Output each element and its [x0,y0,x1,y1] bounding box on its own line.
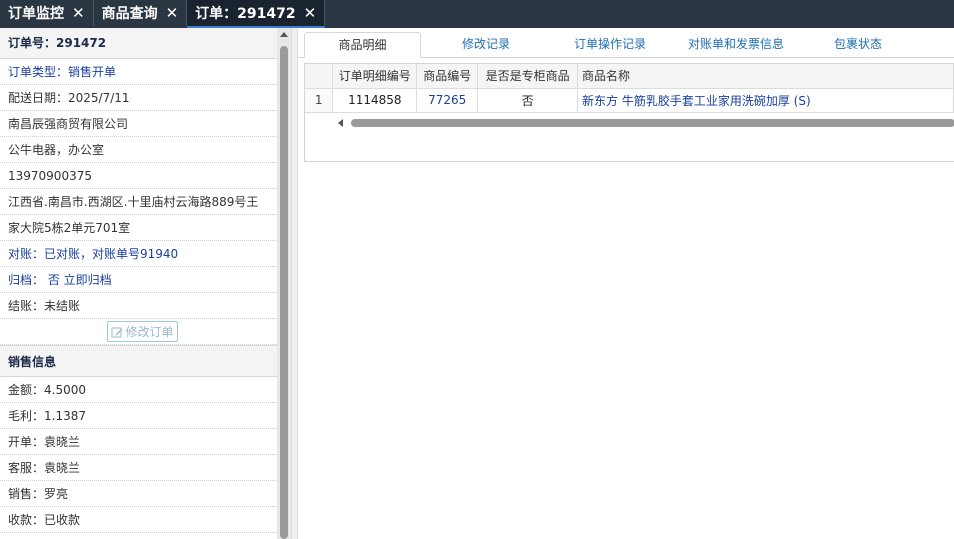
scroll-left-arrow-icon[interactable] [338,119,343,127]
sales-info-title: 销售信息 [0,345,277,377]
detail-panel: 商品明细 修改记录 订单操作记录 对账单和发票信息 包裹状态 订单明细编号 商品… [298,28,954,539]
order-info-panel: 订单号：291472 订单类型：销售开单 配送日期：2025/7/11 南昌辰强… [0,28,277,539]
customer-phone: 13970900375 [0,163,277,189]
tab-change-log[interactable]: 修改记录 [438,32,534,58]
table-horizontal-scrollbar[interactable] [333,115,954,131]
settle-status: 结账：未结账 [0,293,277,319]
scroll-up-arrow-icon[interactable] [280,32,288,37]
delivery-date: 配送日期：2025/7/11 [0,85,277,111]
edit-order-label: 修改订单 [125,324,174,339]
archive-status[interactable]: 归档： 否 立即归档 [0,267,277,293]
order-type[interactable]: 订单类型：销售开单 [0,59,277,85]
row-number-header [305,64,334,89]
tab-order-operation-log[interactable]: 订单操作记录 [560,32,660,58]
tab-reconcile-invoice[interactable]: 对账单和发票信息 [678,32,794,58]
sales-profit: 毛利：1.1387 [0,403,277,429]
detail-id-cell: 1114858 [332,88,418,113]
close-icon[interactable]: ✕ [304,4,317,22]
detail-tabs: 商品明细 修改记录 订单操作记录 对账单和发票信息 包裹状态 [298,28,954,58]
tab-product-details[interactable]: 商品明细 [304,32,421,58]
table-row[interactable]: 1 1114858 77265 否 新东方 牛筋乳胶手套工业家用洗碗加厚 (S) [305,88,954,113]
column-header[interactable]: 商品编号 [416,64,479,89]
column-header[interactable]: 商品名称 [577,64,954,89]
column-header[interactable]: 订单明细编号 [332,64,418,89]
is-counter-cell: 否 [477,88,579,113]
product-detail-grid: 订单明细编号 商品编号 是否是专柜商品 商品名称 1 1114858 77265… [304,63,954,162]
tab-label: 订单：291472 [195,6,296,22]
tab-order-291472[interactable]: 订单：291472 ✕ [187,0,326,28]
address-line-2: 家大院5栋2单元701室 [0,215,277,241]
customer-company: 南昌辰强商贸有限公司 [0,111,277,137]
sales-creator: 开单：袁晓兰 [0,429,277,455]
edit-order-button[interactable]: 修改订单 [107,321,178,342]
product-name-link[interactable]: 新东方 牛筋乳胶手套工业家用洗碗加厚 (S) [577,88,954,113]
scrollbar-thumb[interactable] [280,46,288,539]
tab-label: 订单监控 [8,6,64,22]
tab-product-query[interactable]: 商品查询 ✕ [94,0,188,26]
tab-order-monitor[interactable]: 订单监控 ✕ [0,0,94,26]
edit-button-row: 修改订单 [0,319,277,345]
table-header-row: 订单明细编号 商品编号 是否是专柜商品 商品名称 [305,64,954,89]
order-number: 订单号：291472 [0,28,277,59]
sales-service: 客服：袁晓兰 [0,455,277,481]
product-id-link[interactable]: 77265 [416,88,479,113]
product-table: 订单明细编号 商品编号 是否是专柜商品 商品名称 1 1114858 77265… [305,64,954,113]
address-line-1: 江西省.南昌市.西湖区.十里庙村云海路889号王 [0,189,277,215]
horizontal-scrollbar-thumb[interactable] [351,119,954,127]
sales-salesman: 销售：罗亮 [0,481,277,507]
top-tab-bar: 订单监控 ✕ 商品查询 ✕ 订单：291472 ✕ [0,0,954,28]
column-header[interactable]: 是否是专柜商品 [477,64,579,89]
panel-splitter[interactable] [291,28,298,539]
customer-category: 公牛电器，办公室 [0,137,277,163]
sales-payment: 收款：已收款 [0,507,277,533]
reconcile-status[interactable]: 对账：已对账，对账单号91940 [0,241,277,267]
close-icon[interactable]: ✕ [72,4,85,22]
left-panel-scrollbar[interactable] [277,28,291,539]
tab-label: 商品查询 [101,6,158,22]
close-icon[interactable]: ✕ [166,4,179,22]
edit-icon [111,327,123,337]
tab-package-status[interactable]: 包裹状态 [822,32,894,58]
sales-amount: 金额：4.5000 [0,377,277,403]
row-number: 1 [305,88,334,113]
